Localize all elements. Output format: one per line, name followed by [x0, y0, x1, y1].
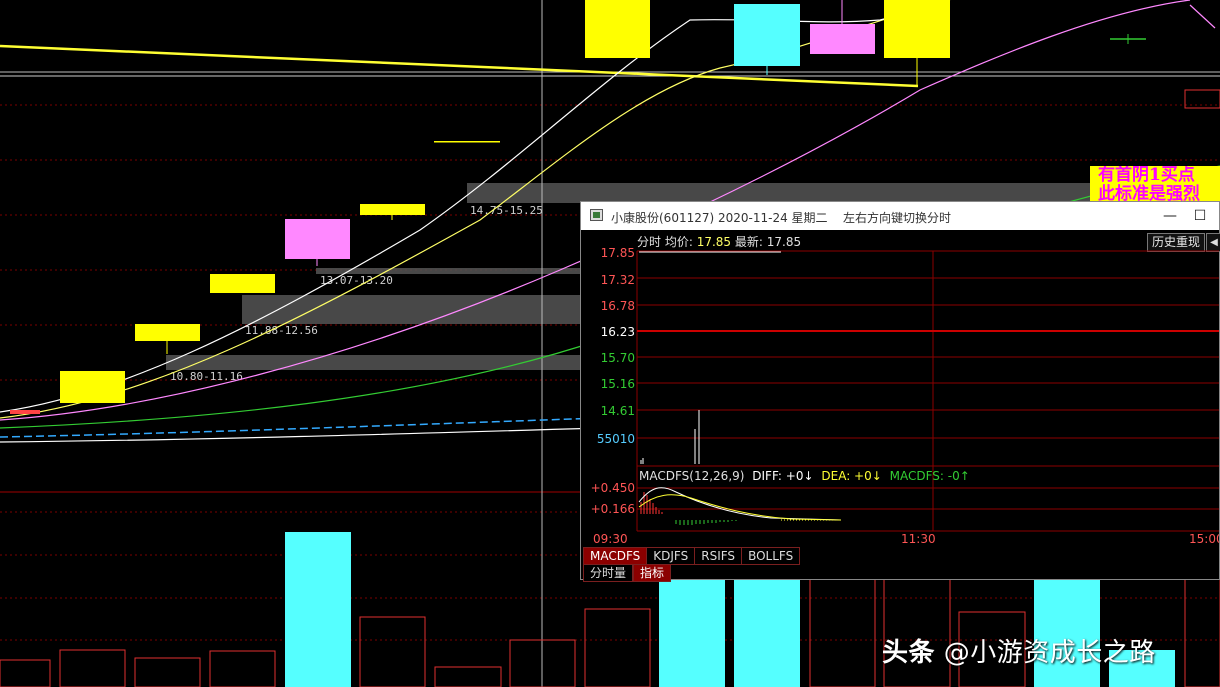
y-tick: 16.23 — [601, 325, 635, 339]
y-tick: 14.61 — [601, 404, 635, 418]
macdfs-value: MACDFS: -0↑ — [890, 469, 970, 483]
intraday-popup-window[interactable]: 小康股份(601127) 2020-11-24 星期二 左右方向键切换分时 — … — [580, 201, 1220, 582]
y-tick: 55010 — [597, 432, 635, 446]
tab-kdjfs[interactable]: KDJFS — [647, 547, 696, 565]
intraday-chart[interactable]: 17.85 17.32 16.78 16.23 15.70 15.16 14.6… — [581, 202, 1219, 547]
watermark-brand: 头条 — [882, 638, 936, 668]
watermark: 头条 @小游资成长之路 — [882, 632, 1156, 669]
tab-intraday-volume[interactable]: 分时量 — [583, 564, 634, 582]
y-tick: 15.16 — [601, 377, 635, 391]
macd-tick: +0.450 — [591, 481, 635, 495]
tab-macdfs[interactable]: MACDFS — [583, 547, 648, 565]
tab-bollfs[interactable]: BOLLFS — [742, 547, 801, 565]
tab-rsifs[interactable]: RSIFS — [695, 547, 743, 565]
zone-label: 14.75-15.25 — [470, 204, 543, 217]
dea-line — [638, 494, 842, 521]
watermark-handle: @小游资成长之路 — [943, 638, 1156, 668]
signal-line-1: 有首阴1买点 — [1098, 166, 1195, 185]
y-tick: 16.78 — [601, 299, 635, 313]
svg-text:MACDFS(12,26,9) DIFF:: MACDFS(12,26,9) DIFF: +0↓ DEA: +0↓ MACDF… — [639, 469, 970, 483]
volume-spikes — [640, 410, 700, 464]
ma-blue — [0, 417, 601, 438]
y-tick: 15.70 — [601, 351, 635, 365]
diff-value: DIFF: +0↓ — [752, 469, 813, 483]
subchart-tabs: 分时量 指标 — [583, 564, 672, 582]
ma-magenta-right — [1189, 4, 1216, 29]
x-tick: 11:30 — [901, 532, 936, 546]
x-tick: 15:00 — [1189, 532, 1219, 546]
indicator-tabs: MACDFS KDJFS RSIFS BOLLFS — [583, 547, 801, 565]
y-tick: 17.32 — [601, 273, 635, 287]
diff-line — [638, 487, 842, 521]
macd-label: MACDFS(12,26,9) — [639, 469, 744, 483]
macd-tick: +0.166 — [591, 502, 635, 516]
dea-value: DEA: +0↓ — [821, 469, 881, 483]
intraday-grid — [637, 251, 1219, 531]
buy-signal-label: 有首阴1买点 此标准是强烈 — [1090, 166, 1220, 204]
tab-indicator[interactable]: 指标 — [633, 564, 672, 582]
y-tick: 17.85 — [601, 246, 635, 260]
x-tick: 09:30 — [593, 532, 628, 546]
